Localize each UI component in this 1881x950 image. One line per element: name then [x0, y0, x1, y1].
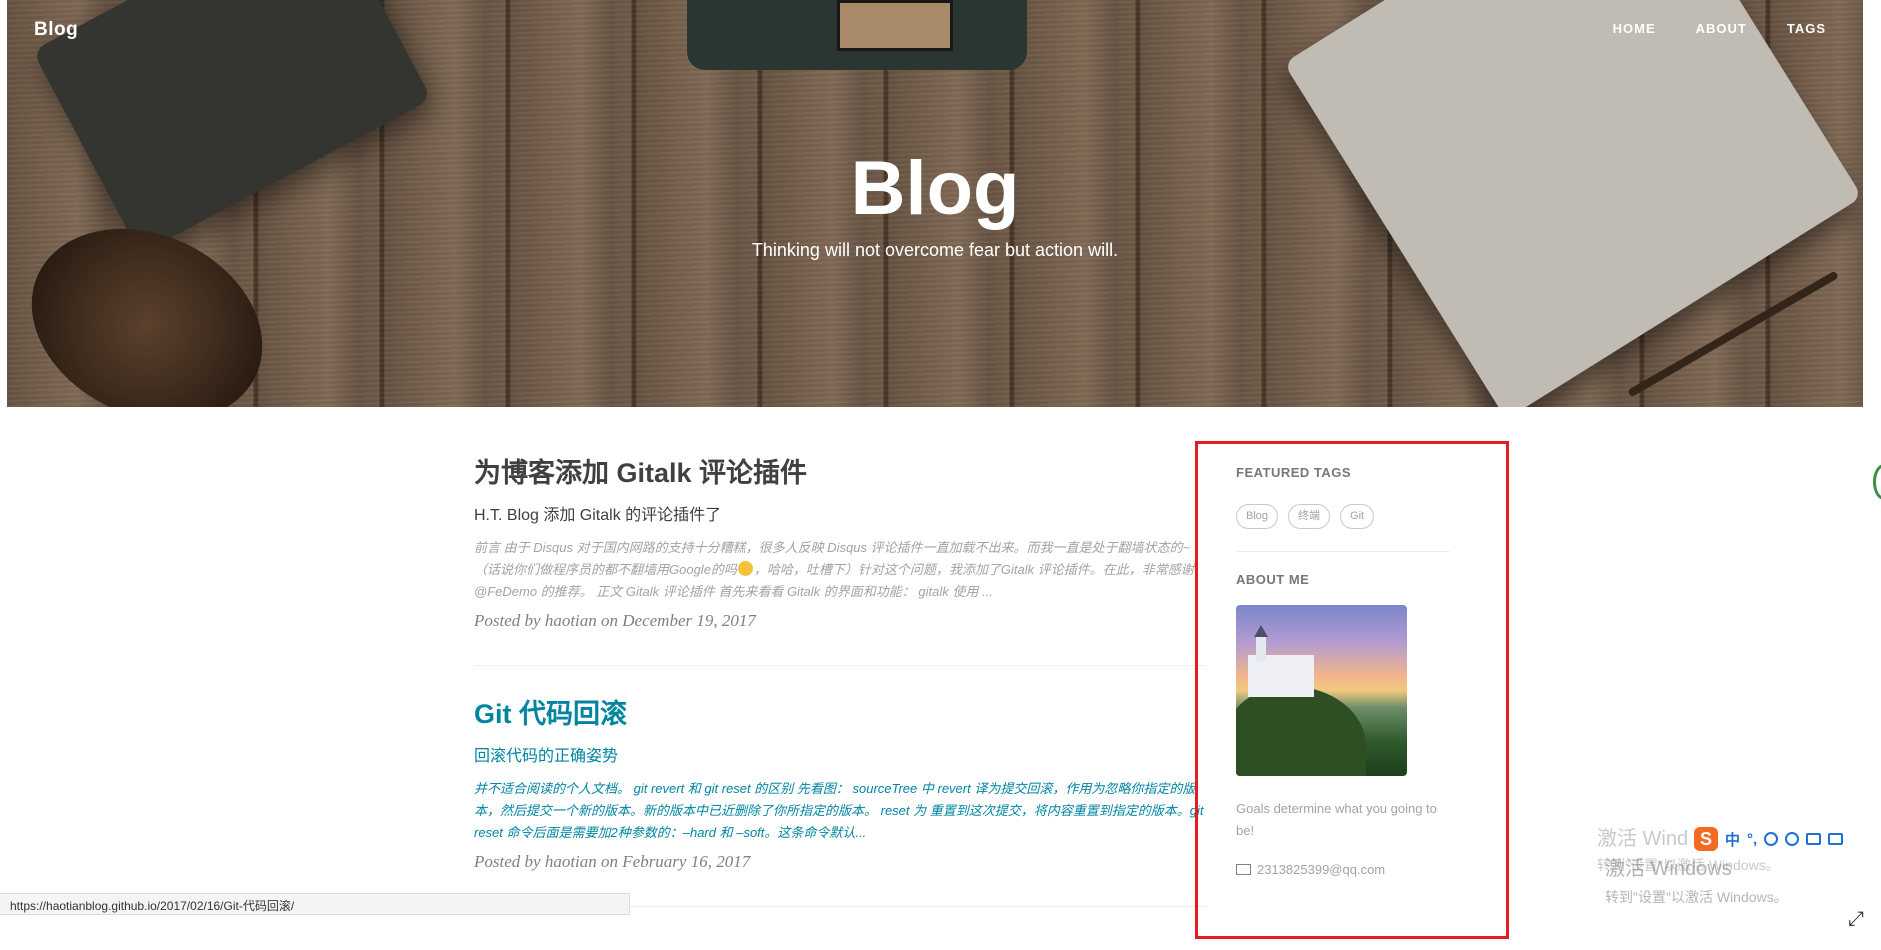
- featured-tags-heading: FEATURED TAGS: [1236, 465, 1352, 480]
- email-address: 2313825399@qq.com: [1257, 862, 1386, 877]
- mail-icon: [1236, 864, 1251, 875]
- microphone-icon[interactable]: [1785, 832, 1800, 846]
- avatar-image: [1236, 605, 1407, 776]
- keyboard-icon[interactable]: [1806, 833, 1822, 845]
- brand-link[interactable]: Blog: [34, 19, 78, 41]
- featured-tags: Blog 终端 Git: [1236, 504, 1450, 552]
- grinning-emoji-icon: [737, 561, 753, 576]
- top-nav: HOME ABOUT TAGS: [1613, 21, 1826, 36]
- about-me-heading: ABOUT ME: [1236, 572, 1310, 587]
- nav-about-link[interactable]: ABOUT: [1696, 21, 1747, 36]
- post-preview[interactable]: 为博客添加 Gitalk 评论插件 H.T. Blog 添加 Gitalk 的评…: [474, 455, 1206, 666]
- site-title: Blog: [850, 146, 1020, 231]
- ime-toolbar[interactable]: S 中 °,: [1690, 826, 1848, 852]
- post-meta: Posted by haotian on December 19, 2017: [474, 611, 756, 630]
- post-title[interactable]: 为博客添加 Gitalk 评论插件: [474, 455, 1206, 491]
- post-list: 为博客添加 Gitalk 评论插件 H.T. Blog 添加 Gitalk 的评…: [474, 455, 1206, 937]
- avatar-tower: [1256, 635, 1266, 661]
- watermark-title: 激活 Windows: [1605, 858, 1732, 880]
- activation-watermark: 激活 Windows 转到"设置"以激活 Windows。: [1605, 852, 1788, 907]
- tag-terminal[interactable]: 终端: [1288, 504, 1331, 529]
- skin-icon[interactable]: [1828, 833, 1844, 845]
- post-meta: Posted by haotian on February 16, 2017: [474, 852, 751, 871]
- expand-icon[interactable]: ⤢: [1848, 908, 1864, 931]
- ime-punctuation-toggle[interactable]: °,: [1747, 831, 1757, 848]
- sidebar: FEATURED TAGS Blog 终端 Git ABOUT ME Goals…: [1236, 465, 1450, 877]
- about-text: Goals determine what you going to be!: [1236, 801, 1437, 838]
- tag-git[interactable]: Git: [1340, 504, 1375, 529]
- avatar-roof: [1254, 625, 1268, 637]
- emoji-icon[interactable]: [1764, 832, 1779, 846]
- post-subtitle[interactable]: H.T. Blog 添加 Gitalk 的评论插件了: [474, 501, 1206, 525]
- post-subtitle[interactable]: 回滚代码的正确姿势: [474, 742, 1206, 766]
- nav-home-link[interactable]: HOME: [1613, 21, 1656, 36]
- tag-blog[interactable]: Blog: [1236, 504, 1279, 529]
- link-status-bar: https://haotianblog.github.io/2017/02/16…: [0, 893, 630, 915]
- watermark-subtitle: 转到"设置"以激活 Windows。: [1605, 889, 1788, 905]
- email-link[interactable]: 2313825399@qq.com: [1236, 862, 1450, 877]
- ime-mode-toggle[interactable]: 中: [1725, 829, 1740, 850]
- post-preview-hovered[interactable]: Git 代码回滚 回滚代码的正确姿势 并不适合阅读的个人文档。 git reve…: [474, 696, 1206, 907]
- sogou-logo-icon[interactable]: S: [1694, 827, 1718, 851]
- site-subtitle: Thinking will not overcome fear but acti…: [751, 240, 1119, 260]
- avatar-castle: [1248, 655, 1314, 697]
- floating-widget-icon[interactable]: [1873, 464, 1881, 500]
- nav-tags-link[interactable]: TAGS: [1787, 21, 1826, 36]
- post-title[interactable]: Git 代码回滚: [474, 696, 1206, 732]
- hero-header: Blog HOME ABOUT TAGS Blog Thinking will …: [7, 0, 1863, 407]
- avatar-hill: [1236, 686, 1366, 776]
- post-excerpt[interactable]: 并不适合阅读的个人文档。 git revert 和 git reset 的区别 …: [474, 778, 1206, 844]
- post-excerpt[interactable]: 前言 由于 Disqus 对于国内网路的支持十分糟糕，很多人反映 Disqus …: [474, 537, 1206, 603]
